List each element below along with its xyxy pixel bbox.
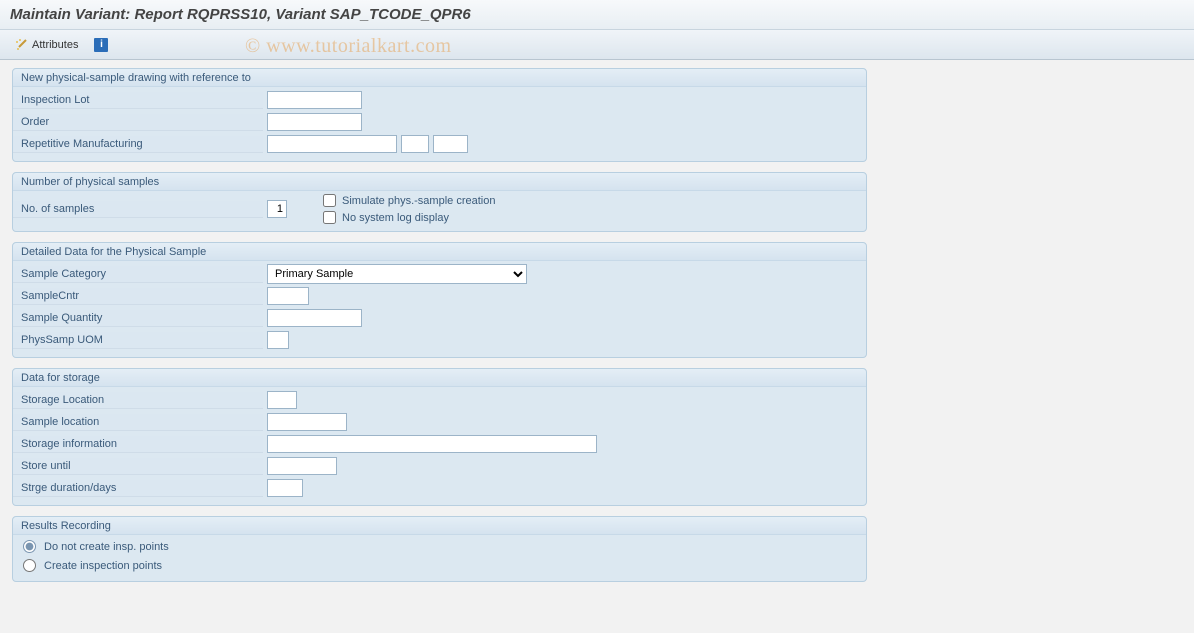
group-results-recording-title: Results Recording <box>13 517 866 535</box>
sample-category-label: Sample Category <box>13 266 263 283</box>
order-input[interactable] <box>267 113 362 131</box>
radio-do-not-create-row[interactable]: Do not create insp. points <box>13 537 866 556</box>
rep-mfg-input-1[interactable] <box>267 135 397 153</box>
group-storage-title: Data for storage <box>13 369 866 387</box>
radio-create[interactable] <box>23 559 36 572</box>
group-detailed-data-title: Detailed Data for the Physical Sample <box>13 243 866 261</box>
radio-create-label: Create inspection points <box>44 560 162 572</box>
sample-location-label: Sample location <box>13 414 263 431</box>
radio-do-not-create-label: Do not create insp. points <box>44 541 169 553</box>
strge-duration-input[interactable] <box>267 479 303 497</box>
sample-cntr-label: SampleCntr <box>13 288 263 305</box>
sample-qty-input[interactable] <box>267 309 362 327</box>
attributes-label: Attributes <box>32 39 78 51</box>
store-until-input[interactable] <box>267 457 337 475</box>
group-reference-title: New physical-sample drawing with referen… <box>13 69 866 87</box>
content-area: New physical-sample drawing with referen… <box>0 60 1194 590</box>
phys-uom-label: PhysSamp UOM <box>13 332 263 349</box>
simulate-checkbox-row[interactable]: Simulate phys.-sample creation <box>323 193 495 208</box>
attributes-button[interactable]: Attributes <box>10 36 82 54</box>
sample-qty-label: Sample Quantity <box>13 310 263 327</box>
no-samples-label: No. of samples <box>13 201 263 218</box>
wand-icon <box>14 38 28 52</box>
no-samples-input[interactable] <box>267 200 287 218</box>
toolbar: Attributes i <box>0 30 1194 60</box>
phys-uom-input[interactable] <box>267 331 289 349</box>
rep-mfg-input-2[interactable] <box>401 135 429 153</box>
info-button[interactable]: i <box>90 36 112 54</box>
sample-location-input[interactable] <box>267 413 347 431</box>
storage-location-label: Storage Location <box>13 392 263 409</box>
order-label: Order <box>13 114 263 131</box>
inspection-lot-label: Inspection Lot <box>13 92 263 109</box>
sample-category-select[interactable]: Primary Sample <box>267 264 527 284</box>
group-detailed-data: Detailed Data for the Physical Sample Sa… <box>12 242 867 358</box>
rep-mfg-label: Repetitive Manufacturing <box>13 136 263 153</box>
storage-info-input[interactable] <box>267 435 597 453</box>
group-reference: New physical-sample drawing with referen… <box>12 68 867 162</box>
group-storage: Data for storage Storage Location Sample… <box>12 368 867 506</box>
group-number-samples-title: Number of physical samples <box>13 173 866 191</box>
storage-info-label: Storage information <box>13 436 263 453</box>
simulate-checkbox[interactable] <box>323 194 336 207</box>
no-syslog-checkbox-row[interactable]: No system log display <box>323 210 495 225</box>
store-until-label: Store until <box>13 458 263 475</box>
page-title: Maintain Variant: Report RQPRSS10, Varia… <box>0 0 1194 30</box>
radio-create-row[interactable]: Create inspection points <box>13 556 866 575</box>
no-syslog-label: No system log display <box>342 212 449 224</box>
info-icon: i <box>94 38 108 52</box>
inspection-lot-input[interactable] <box>267 91 362 109</box>
group-results-recording: Results Recording Do not create insp. po… <box>12 516 867 582</box>
storage-location-input[interactable] <box>267 391 297 409</box>
rep-mfg-input-3[interactable] <box>433 135 468 153</box>
strge-duration-label: Strge duration/days <box>13 480 263 497</box>
sample-cntr-input[interactable] <box>267 287 309 305</box>
radio-do-not-create[interactable] <box>23 540 36 553</box>
simulate-label: Simulate phys.-sample creation <box>342 195 495 207</box>
no-syslog-checkbox[interactable] <box>323 211 336 224</box>
group-number-samples: Number of physical samples No. of sample… <box>12 172 867 232</box>
